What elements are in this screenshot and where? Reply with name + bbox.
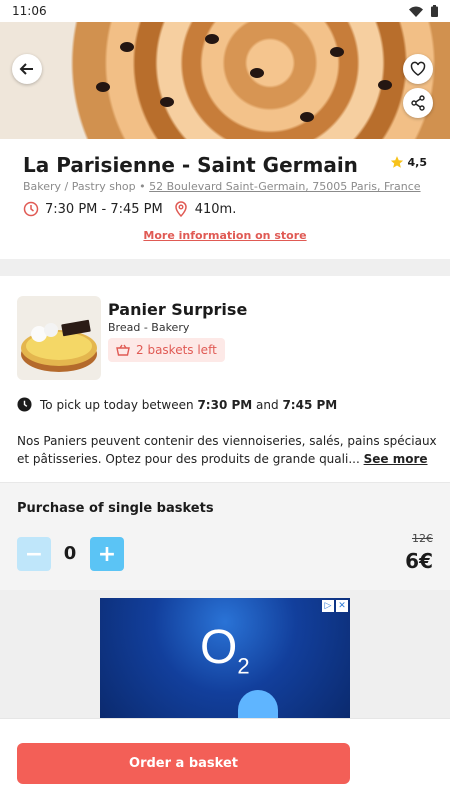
share-icon	[411, 95, 425, 111]
status-time: 11:06	[12, 4, 47, 18]
share-button[interactable]	[403, 88, 433, 118]
bottom-bar: Order a basket	[0, 718, 450, 800]
arrow-left-icon	[19, 63, 33, 75]
baskets-left-badge: 2 baskets left	[108, 338, 225, 362]
favorite-button[interactable]	[403, 54, 433, 84]
store-distance: 410m.	[194, 201, 237, 217]
purchase-section: Purchase of single baskets − 0 + 12€ 6€	[0, 482, 450, 590]
ad-choices[interactable]: ▷ ✕	[322, 600, 348, 612]
advertisement-banner[interactable]: ▷ ✕ O2	[100, 598, 350, 718]
battery-icon	[431, 5, 438, 17]
original-price: 12€	[412, 532, 433, 545]
pickup-info: To pick up today between 7:30 PM and 7:4…	[17, 397, 337, 412]
current-price: 6€	[405, 549, 433, 573]
purchase-title: Purchase of single baskets	[17, 501, 214, 516]
store-info: La Parisienne - Saint Germain 4,5 Bakery…	[0, 139, 450, 259]
store-cover-image	[0, 22, 450, 139]
ad-area: ▷ ✕ O2	[0, 590, 450, 718]
store-category: Bakery / Pastry shop	[23, 180, 136, 193]
store-rating: 4,5	[390, 155, 428, 169]
more-info-link[interactable]: More information on store	[0, 229, 450, 242]
decrease-quantity-button[interactable]: −	[17, 537, 51, 571]
store-name: La Parisienne - Saint Germain	[23, 153, 358, 177]
wifi-icon	[409, 6, 423, 17]
basket-icon	[116, 344, 130, 356]
store-hours: 7:30 PM - 7:45 PM	[45, 201, 163, 217]
clock-filled-icon	[17, 397, 32, 412]
address-separator: •	[139, 180, 146, 193]
status-icons	[409, 5, 438, 17]
basket-description: Nos Paniers peuvent contenir des viennoi…	[17, 432, 437, 468]
baskets-left-text: 2 baskets left	[136, 343, 217, 357]
back-button[interactable]	[12, 54, 42, 84]
ad-choices-icon[interactable]: ▷	[322, 600, 334, 612]
ad-brand-logo: O2	[200, 621, 250, 679]
close-ad-icon[interactable]: ✕	[336, 600, 348, 612]
clock-icon	[23, 201, 39, 217]
heart-icon	[410, 61, 426, 76]
basket-title: Panier Surprise	[108, 300, 248, 319]
store-address-link[interactable]: 52 Boulevard Saint-Germain, 75005 Paris,…	[149, 180, 420, 193]
store-address-line: Bakery / Pastry shop • 52 Boulevard Sain…	[23, 180, 421, 193]
pickup-end: 7:45 PM	[282, 397, 338, 412]
quantity-value: 0	[63, 543, 77, 564]
increase-quantity-button[interactable]: +	[90, 537, 124, 571]
pickup-start: 7:30 PM	[197, 397, 253, 412]
basket-image	[17, 296, 101, 380]
basket-card: Panier Surprise Bread - Bakery 2 baskets…	[0, 276, 450, 482]
see-more-link[interactable]: See more	[364, 452, 428, 466]
pickup-prefix: To pick up today between	[40, 397, 194, 412]
store-meta: 7:30 PM - 7:45 PM 410m.	[23, 201, 236, 217]
ad-mascot	[238, 690, 278, 718]
basket-category: Bread - Bakery	[108, 321, 190, 334]
order-basket-button[interactable]: Order a basket	[17, 743, 350, 784]
star-icon	[390, 156, 403, 168]
pickup-and: and	[256, 397, 279, 412]
location-pin-icon	[174, 201, 187, 217]
section-divider	[0, 259, 450, 276]
status-bar: 11:06	[0, 0, 450, 22]
rating-value: 4,5	[407, 155, 428, 169]
